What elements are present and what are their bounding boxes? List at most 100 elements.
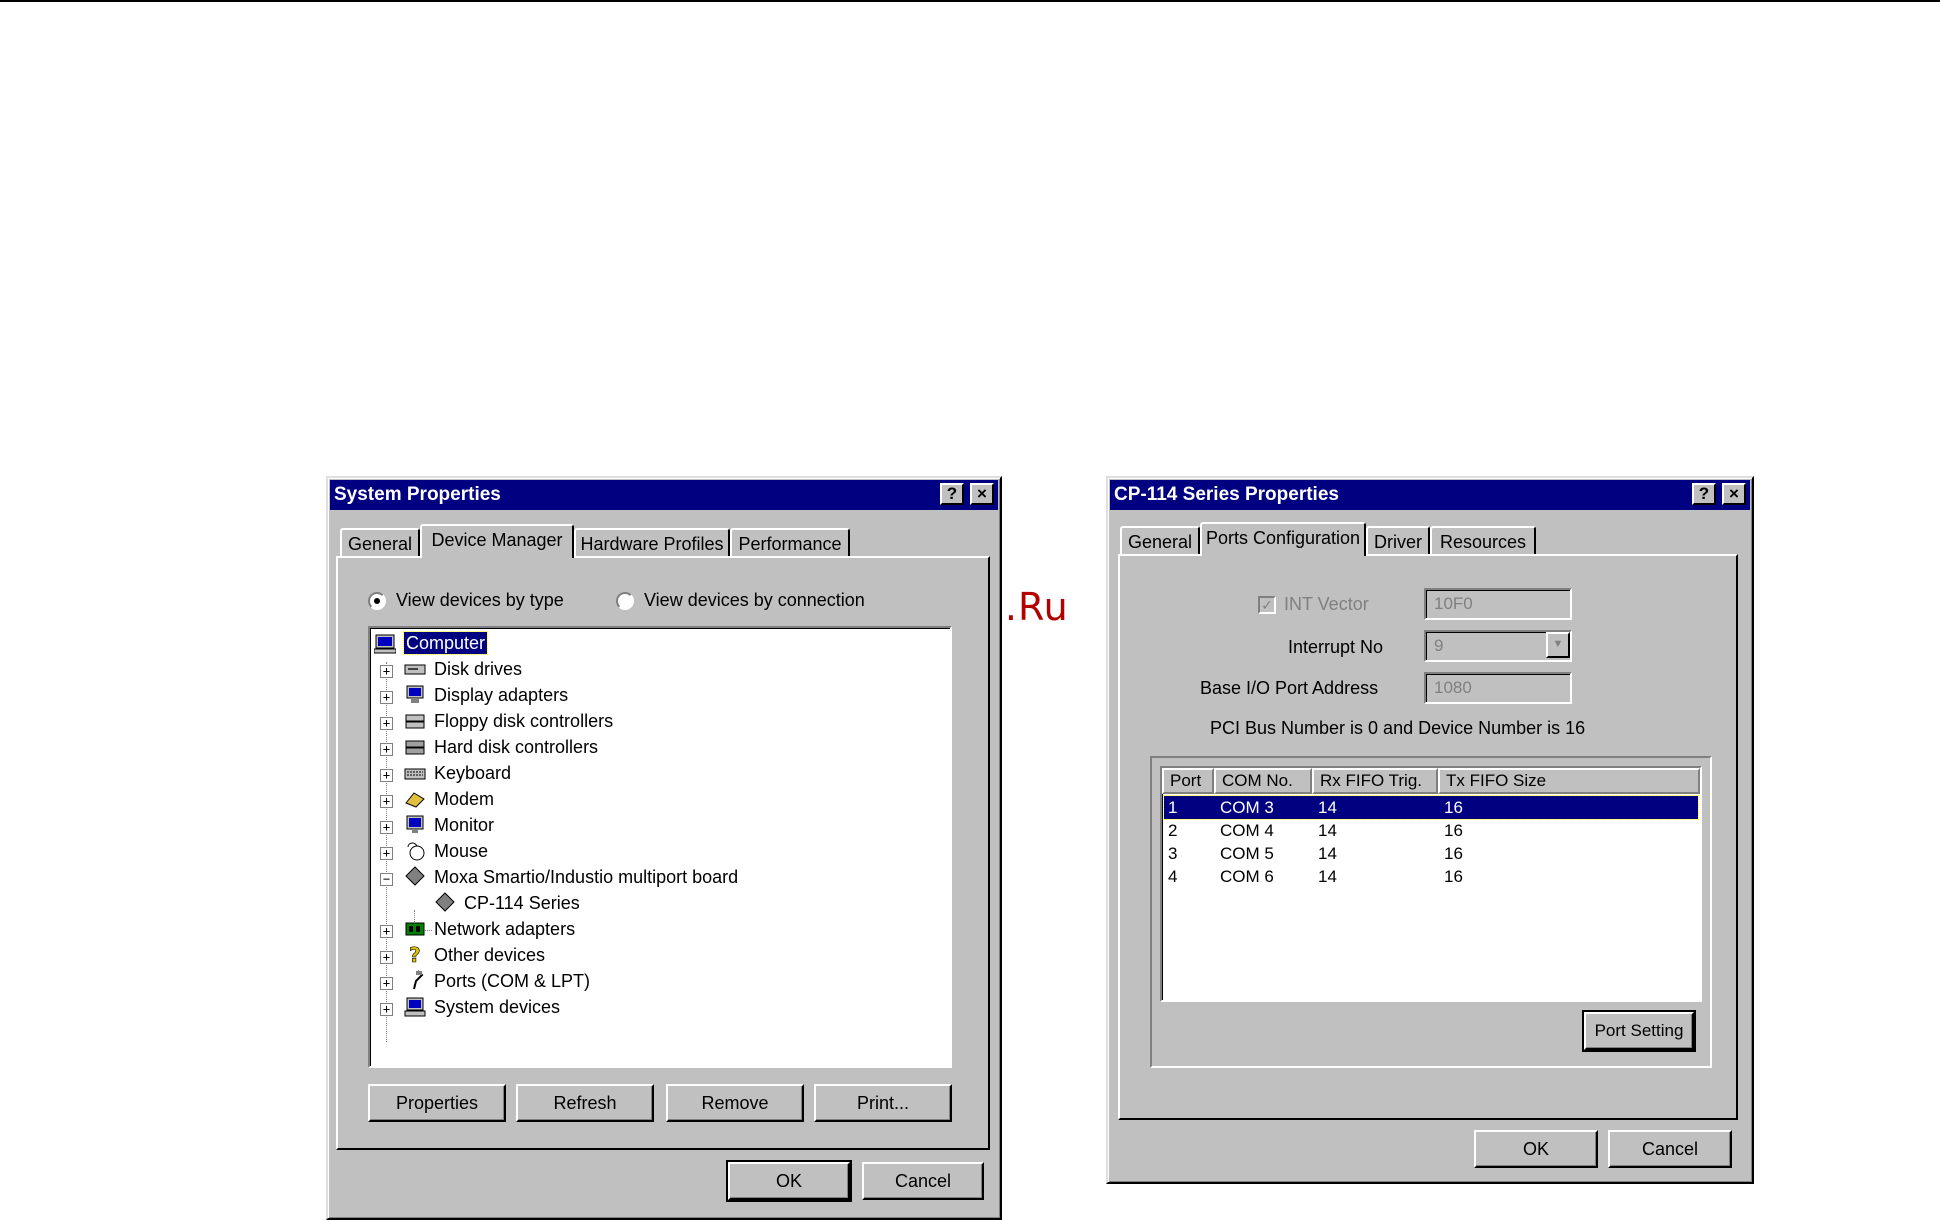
expand-icon[interactable]: + (380, 743, 393, 756)
tree-item-label: CP-114 Series (464, 893, 580, 913)
ok-button[interactable]: OK (726, 1160, 852, 1202)
tree-item-label: Disk drives (434, 659, 523, 679)
tab-hardware-profiles[interactable]: Hardware Profiles (574, 528, 730, 558)
expand-icon[interactable]: + (380, 847, 393, 860)
device-tree[interactable]: Computer + Disk drives + Display adapter… (368, 626, 952, 1068)
tree-item-label: Ports (COM & LPT) (434, 971, 591, 991)
tree-item[interactable]: + Disk drives (370, 658, 950, 684)
tree-item[interactable]: + Floppy disk controllers (370, 710, 950, 736)
expand-icon[interactable]: + (380, 717, 393, 730)
rx-cell: 14 (1318, 844, 1337, 863)
radio-view-by-type[interactable] (368, 592, 386, 610)
tab-resources[interactable]: Resources (1430, 526, 1536, 556)
expand-icon[interactable]: + (380, 821, 393, 834)
tree-item[interactable]: + System devices (370, 996, 950, 1022)
tree-item[interactable]: + Modem (370, 788, 950, 814)
tree-item-label: Monitor (434, 815, 495, 835)
keyboard-icon (404, 768, 426, 780)
help-button[interactable]: ? (1692, 483, 1716, 505)
com-cell: COM 4 (1220, 821, 1274, 840)
title-bar: CP-114 Series Properties ? × (1110, 480, 1750, 510)
collapse-icon[interactable]: − (380, 873, 393, 886)
table-row[interactable]: 2 COM 4 14 16 (1164, 819, 1698, 842)
expand-icon[interactable]: + (380, 795, 393, 808)
tree-item-label: Floppy disk controllers (434, 711, 614, 731)
tree-item[interactable]: + Display adapters (370, 684, 950, 710)
title-bar: System Properties ? × (330, 480, 998, 510)
tree-item-label: Network adapters (434, 919, 576, 939)
expand-icon[interactable]: + (380, 691, 393, 704)
tree-item[interactable]: CP-114 Series (370, 892, 950, 918)
device-manager-panel: View devices by type View devices by con… (336, 556, 990, 1150)
expand-icon[interactable]: + (380, 977, 393, 990)
close-button[interactable]: × (970, 483, 994, 505)
com-cell: COM 3 (1220, 798, 1274, 817)
close-button[interactable]: × (1722, 483, 1746, 505)
tab-performance[interactable]: Performance (730, 528, 850, 558)
table-row[interactable]: 3 COM 5 14 16 (1164, 842, 1698, 865)
base-io-label: Base I/O Port Address (1200, 678, 1379, 698)
tx-cell: 16 (1444, 798, 1463, 817)
tab-ports-configuration[interactable]: Ports Configuration (1200, 522, 1366, 556)
expand-icon[interactable]: + (380, 665, 393, 678)
tree-item[interactable]: + Keyboard (370, 762, 950, 788)
tree-item[interactable]: − Moxa Smartio/Industio multiport board (370, 866, 950, 892)
cancel-button[interactable]: Cancel (1608, 1130, 1732, 1168)
radio-view-by-type-label[interactable]: View devices by type (396, 590, 564, 611)
tree-item-label: Display adapters (434, 685, 569, 705)
ports-list[interactable]: Port COM No. Rx FIFO Trig. Tx FIFO Size … (1160, 766, 1702, 1002)
tab-driver[interactable]: Driver (1366, 526, 1430, 556)
port-icon (413, 970, 424, 990)
tx-cell: 16 (1444, 867, 1463, 886)
tree-item[interactable]: + Hard disk controllers (370, 736, 950, 762)
radio-view-by-connection-label[interactable]: View devices by connection (644, 590, 865, 611)
tree-item-label: Modem (434, 789, 495, 809)
tree-item[interactable]: + Network adapters (370, 918, 950, 944)
table-row[interactable]: 1 COM 3 14 16 (1163, 795, 1699, 820)
floppy-controller-icon (405, 714, 425, 729)
tree-item-label: Other devices (434, 945, 546, 965)
port-cell: 4 (1168, 867, 1178, 886)
print-button[interactable]: Print... (814, 1084, 952, 1122)
column-header-com-no[interactable]: COM No. (1214, 768, 1312, 794)
expand-icon[interactable]: + (380, 769, 393, 782)
tree-item[interactable]: + Mouse (370, 840, 950, 866)
port-setting-button[interactable]: Port Setting (1582, 1010, 1696, 1052)
column-header-tx-fifo[interactable]: Tx FIFO Size (1438, 768, 1700, 794)
column-header-port[interactable]: Port (1162, 768, 1214, 794)
expand-icon[interactable]: + (380, 1003, 393, 1016)
rx-cell: 14 (1318, 867, 1337, 886)
column-header-rx-fifo[interactable]: Rx FIFO Trig. (1312, 768, 1438, 794)
refresh-button[interactable]: Refresh (516, 1084, 654, 1122)
tab-general[interactable]: General (340, 528, 420, 558)
rx-cell: 14 (1318, 798, 1337, 817)
tree-item-computer[interactable]: Computer (370, 631, 950, 658)
network-adapter-icon (405, 922, 425, 936)
tree-item-label: Hard disk controllers (434, 737, 599, 757)
remove-button[interactable]: Remove (666, 1084, 804, 1122)
help-button[interactable]: ? (940, 483, 964, 505)
interrupt-no-value: 9 (1434, 636, 1444, 655)
interrupt-no-label: Interrupt No (1288, 637, 1384, 657)
tree-item[interactable]: + Monitor (370, 814, 950, 840)
expand-icon[interactable]: + (380, 925, 393, 938)
multiport-board-icon (435, 892, 455, 912)
properties-button[interactable]: Properties (368, 1084, 506, 1122)
interrupt-no-select: 9 ▼ (1424, 630, 1572, 662)
ports-configuration-panel: ✓ INT Vector 10F0 Interrupt No 9 ▼ Base … (1118, 554, 1738, 1120)
hard-disk-controller-icon (405, 740, 425, 755)
multiport-board-icon (405, 866, 425, 886)
tree-item[interactable]: + Ports (COM & LPT) (370, 970, 950, 996)
tab-device-manager[interactable]: Device Manager (420, 524, 574, 558)
radio-view-by-connection[interactable] (616, 592, 634, 610)
tree-item[interactable]: + ? Other devices (370, 944, 950, 970)
tree-item-label: Moxa Smartio/Industio multiport board (434, 867, 739, 887)
expand-icon[interactable]: + (380, 951, 393, 964)
int-vector-checkbox: ✓ (1258, 596, 1276, 614)
page-top-rule (0, 0, 1940, 2)
cancel-button[interactable]: Cancel (862, 1162, 984, 1200)
tab-general[interactable]: General (1120, 526, 1200, 556)
ok-button[interactable]: OK (1474, 1130, 1598, 1168)
table-row[interactable]: 4 COM 6 14 16 (1164, 865, 1698, 888)
system-properties-dialog: System Properties ? × General Device Man… (326, 476, 1002, 1220)
